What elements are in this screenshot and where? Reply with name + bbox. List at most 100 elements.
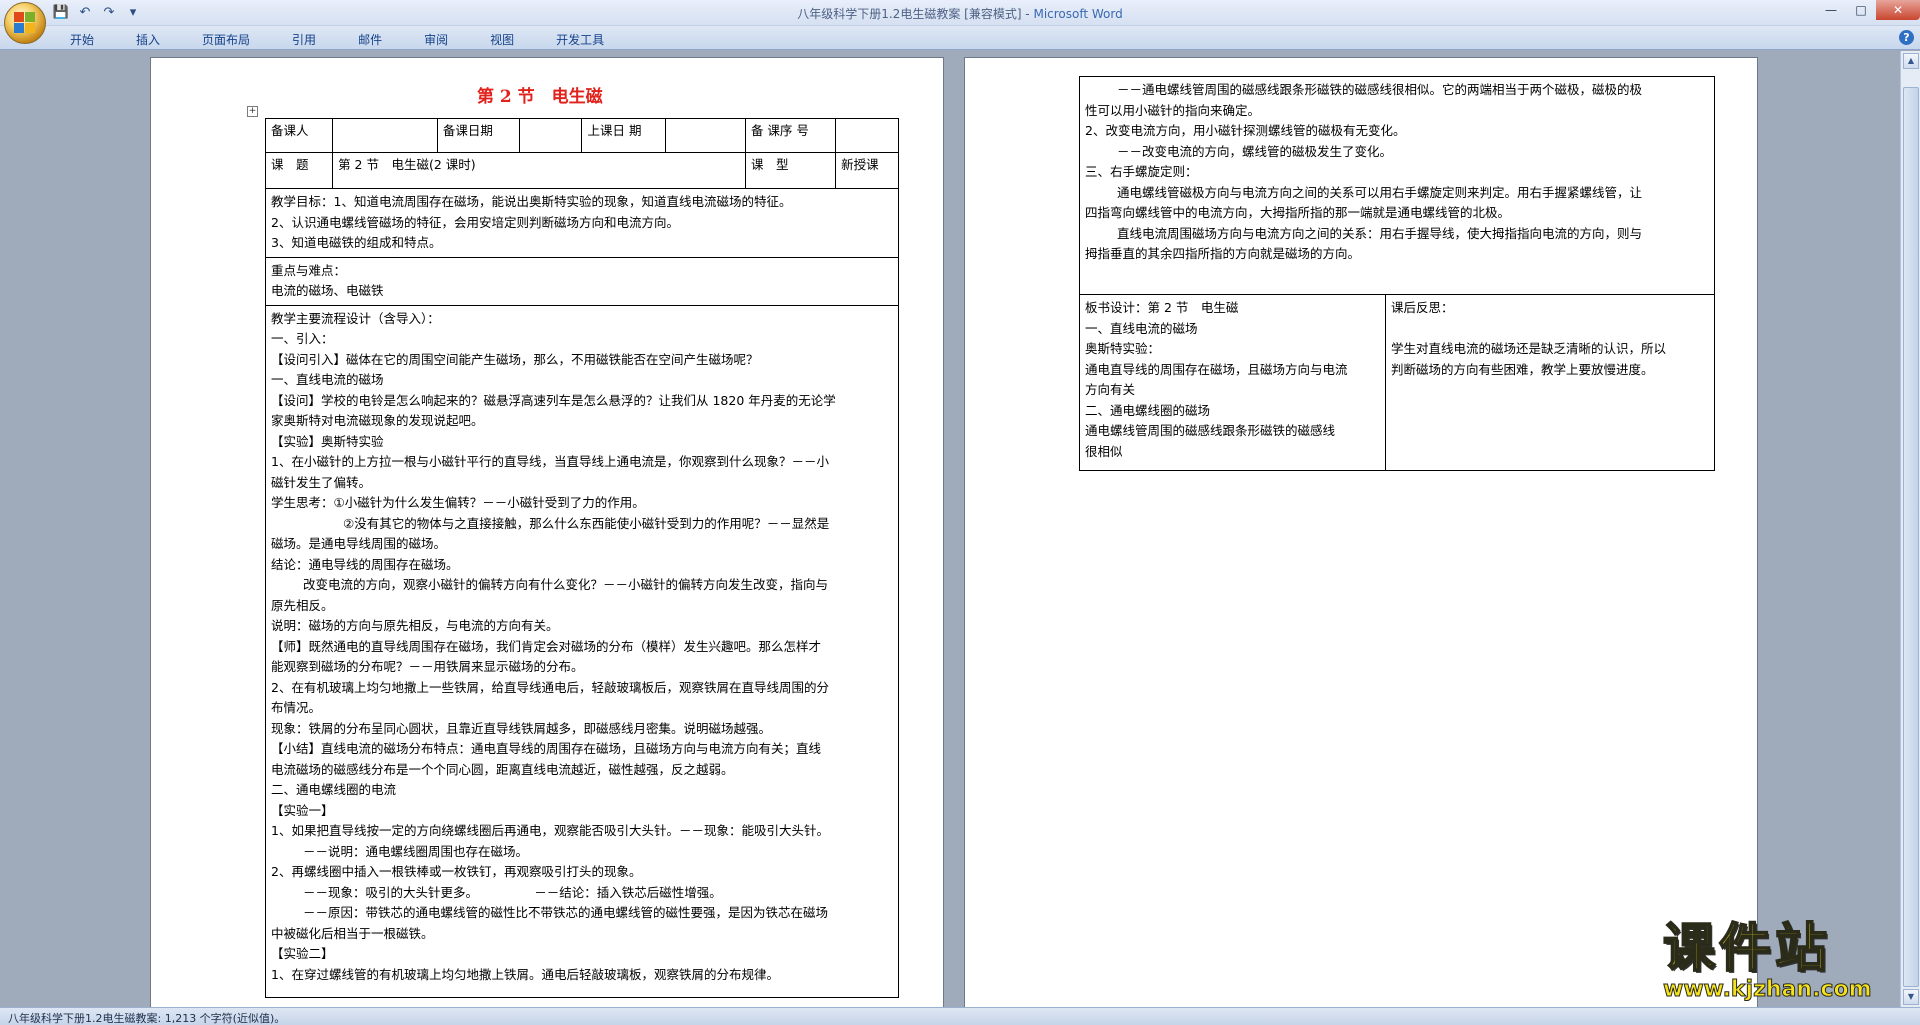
table-row: 板书设计：第 2 节 电生磁 一、直线电流的磁场 奥斯特实验： 通电直导线的周围… [1079,294,1715,471]
text-line: 重点与难点： [271,262,347,278]
text-line: 2、改变电流方向，用小磁针探测螺线管的磁极有无变化。 [1085,123,1406,138]
scroll-up-icon[interactable]: ▲ [1903,53,1919,69]
text-line: 教学主要流程设计（含导入）： [271,310,440,326]
text-line: 【设问引入】磁体在它的周围空间能产生磁场，那么，不用磁铁能否在空间产生磁场呢？ [271,351,759,367]
tab-insert[interactable]: 插入 [124,29,172,50]
lesson-plan-table: 备课人 备课日期 上课日 期 备 课序 号 课 题 第 2 节 电生磁(2 课时… [264,118,899,998]
text-line: 电流磁场的磁感线分布是一个个同心圆，距离直线电流越近，磁性越强，反之越弱。 [271,761,734,777]
app-name: Microsoft Word [1033,7,1123,21]
cell-topic-label: 课 题 [264,152,334,189]
table-row: 重点与难点： 电流的磁场、电磁铁 [265,256,899,306]
cell-reflection[interactable]: 课后反思： 学生对直线电流的磁场还是缺乏清晰的认识，所以 判断磁场的方向有些困难… [1385,294,1715,471]
cell-preparer-value[interactable] [332,118,438,153]
text-line: 课后反思： [1391,300,1454,315]
lesson-plan-table-continued: －－通电螺线管周围的磁感线跟条形磁铁的磁感线很相似。它的两端相当于两个磁极，磁极… [1079,76,1715,471]
ribbon-tabs: 开始 插入 页面布局 引用 邮件 审阅 视图 开发工具 [58,29,634,50]
tab-home[interactable]: 开始 [58,29,106,50]
table-row: 教学主要流程设计（含导入）： 一、引入： 【设问引入】磁体在它的周围空间能产生磁… [265,304,899,998]
text-line: 通电直导线的周围存在磁场，且磁场方向与电流 [1085,361,1348,377]
cell-process-continued[interactable]: －－通电螺线管周围的磁感线跟条形磁铁的磁感线很相似。它的两端相当于两个磁极，磁极… [1079,76,1715,295]
site-watermark: 课件站 www.kjzhan.com [1662,919,1903,1004]
table-row: 课 题 第 2 节 电生磁(2 课时) 课 型 新授课 [264,152,899,189]
text-line: 学生对直线电流的磁场还是缺乏清晰的认识，所以 [1391,341,1667,356]
text-line: 四指弯向螺线管中的电流方向，大拇指所指的那一端就是通电螺线管的北极。 [1085,205,1511,220]
text-line: 一、引入： [271,331,334,346]
tab-mailings[interactable]: 邮件 [346,29,394,50]
page-1: 第 2 节 电生磁 + 备课人 备课日期 上课日 期 备 课序 号 课 题 第 … [150,57,944,1007]
cell-prep-date-value[interactable] [518,118,583,153]
text-line: 现象：铁屑的分布呈同心圆状，且靠近直导线铁屑越多，即磁感线月密集。说明磁场越强。 [271,720,772,736]
tab-view[interactable]: 视图 [478,29,526,50]
text-line: 2、在有机玻璃上均匀地撒上一些铁屑，给直导线通电后，轻敲玻璃板后，观察铁屑在直导… [271,679,829,695]
doc-title: 第 2 节 电生磁 [477,87,603,107]
text-line: ②没有其它的物体与之直接接触，那么什么东西能使小磁针受到力的作用呢？－－显然是 [343,515,830,531]
title-bar: 💾 ↶ ↷ ▾ 八年级科学下册1.2电生磁教案 [兼容模式] - Microso… [0,0,1920,44]
text-line: －－通电螺线管周围的磁感线跟条形磁铁的磁感线很相似。它的两端相当于两个磁极，磁极… [1117,82,1643,97]
text-line: 二、通电螺线圈的磁场 [1085,402,1211,418]
text-line: －－改变电流的方向，螺线管的磁极发生了变化。 [1117,143,1393,159]
minimize-button[interactable]: — [1816,0,1846,20]
window-title: 八年级科学下册1.2电生磁教案 [兼容模式] - Microsoft Word [0,5,1920,22]
text-line: 拇指垂直的其余四指所指的方向就是磁场的方向。 [1085,246,1361,261]
tab-developer[interactable]: 开发工具 [544,29,616,50]
text-line: 通电螺线管周围的磁感线跟条形磁铁的磁感线 [1085,423,1336,438]
watermark-title: 课件站 [1662,919,1832,979]
document-title: 八年级科学下册1.2电生磁教案 [兼容模式] - [797,7,1034,21]
cell-board-design[interactable]: 板书设计：第 2 节 电生磁 一、直线电流的磁场 奥斯特实验： 通电直导线的周围… [1079,294,1386,471]
cell-serial-value[interactable] [835,118,899,153]
text-line: 【实验一】 [271,802,334,818]
text-line: 一、直线电流的磁场 [1085,320,1198,336]
text-line: 能观察到磁场的分布呢？－－用铁屑来显示磁场的分布。 [271,659,584,674]
tab-references[interactable]: 引用 [280,29,328,50]
cell-key-points[interactable]: 重点与难点： 电流的磁场、电磁铁 [265,256,899,306]
tab-page-layout[interactable]: 页面布局 [190,29,262,50]
ribbon: 开始 插入 页面布局 引用 邮件 审阅 视图 开发工具 ? [0,26,1920,50]
text-line: 1、在穿过螺线管的有机玻璃上均匀地撒上铁屑。通电后轻敲玻璃板，观察铁屑的分布规律… [271,966,779,982]
text-line: 磁针发生了偏转。 [271,474,372,490]
table-row: 教学目标：1、知道电流周围存在磁场，能说出奥斯特实验的现象，知道直线电流磁场的特… [265,188,899,258]
text-line: 学生思考：①小磁针为什么发生偏转？－－小磁针受到了力的作用。 [271,495,645,510]
text-line: 判断磁场的方向有些困难，教学上要放慢进度。 [1391,361,1654,377]
close-button[interactable]: ✕ [1876,0,1920,20]
window-controls: — □ ✕ [1816,0,1920,20]
text-line: 性可以用小磁针的指向来确定。 [1085,102,1261,118]
text-line: 2、再螺线圈中插入一根铁棒或一枚铁钉，再观察吸引打头的现象。 [271,864,642,879]
text-line: 磁场。是通电导线周围的磁场。 [271,536,447,551]
office-button[interactable] [4,2,46,44]
text-line: 板书设计：第 2 节 电生磁 [1085,300,1239,315]
office-logo-icon [14,12,36,34]
text-line: 【师】既然通电的直导线周围存在磁场，我们肯定会对磁场的分布（模样）发生兴趣吧。那… [271,638,822,654]
table-move-handle-icon[interactable]: + [247,106,258,117]
cell-process[interactable]: 教学主要流程设计（含导入）： 一、引入： 【设问引入】磁体在它的周围空间能产生磁… [265,304,899,998]
page-2: －－通电螺线管周围的磁感线跟条形磁铁的磁感线很相似。它的两端相当于两个磁极，磁极… [964,57,1758,1007]
help-icon[interactable]: ? [1899,30,1914,45]
status-bar: 八年级科学下册1.2电生磁教案: 1,213 个字符(近似值)。 [0,1007,1920,1025]
table-row: 备课人 备课日期 上课日 期 备 课序 号 [264,118,899,153]
text-line: 1、如果把直导线按一定的方向绕螺线圈后再通电，观察能否吸引大头针。－－现象：能吸… [271,823,829,838]
cell-class-date-value[interactable] [665,118,746,153]
maximize-button[interactable]: □ [1846,0,1876,20]
text-line: 【设问】学校的电铃是怎么响起来的？磁悬浮高速列车是怎么悬浮的？让我们从 1820… [271,392,836,408]
watermark-url: www.kjzhan.com [1663,977,1873,1002]
cell-type-value[interactable]: 新授课 [835,152,899,189]
text-line: 【小结】直线电流的磁场分布特点：通电直导线的周围存在磁场，且磁场方向与电流方向有… [271,741,822,756]
text-line: 电流的磁场、电磁铁 [271,283,384,298]
text-line: 中被磁化后相当于一根磁铁。 [271,925,434,941]
scroll-down-icon[interactable]: ▼ [1903,989,1919,1005]
cell-type-label: 课 型 [744,152,837,189]
document-workspace: 第 2 节 电生磁 + 备课人 备课日期 上课日 期 备 课序 号 课 题 第 … [0,51,1900,1007]
text-line: 说明：磁场的方向与原先相反，与电流的方向有关。 [271,618,559,633]
status-text: 八年级科学下册1.2电生磁教案: 1,213 个字符(近似值)。 [8,1012,286,1025]
text-line: 很相似 [1085,443,1123,459]
tab-review[interactable]: 审阅 [412,29,460,50]
vertical-scrollbar[interactable]: ▲ ▼ [1900,51,1920,1007]
text-line: －－现象：吸引的大头针更多。 －－结论：插入铁芯后磁性增强。 [303,884,722,900]
scroll-thumb[interactable] [1903,87,1919,987]
cell-topic-value[interactable]: 第 2 节 电生磁(2 课时) [332,152,746,189]
text-line: 二、通电螺线圈的电流 [271,782,397,797]
cell-goals[interactable]: 教学目标：1、知道电流周围存在磁场，能说出奥斯特实验的现象，知道直线电流磁场的特… [265,188,899,258]
text-line: 【实验】奥斯特实验 [271,433,384,449]
cell-preparer-label: 备课人 [264,118,334,153]
text-line: 改变电流的方向，观察小磁针的偏转方向有什么变化？－－小磁针的偏转方向发生改变，指… [303,577,829,592]
text-line: 原先相反。 [271,597,334,613]
